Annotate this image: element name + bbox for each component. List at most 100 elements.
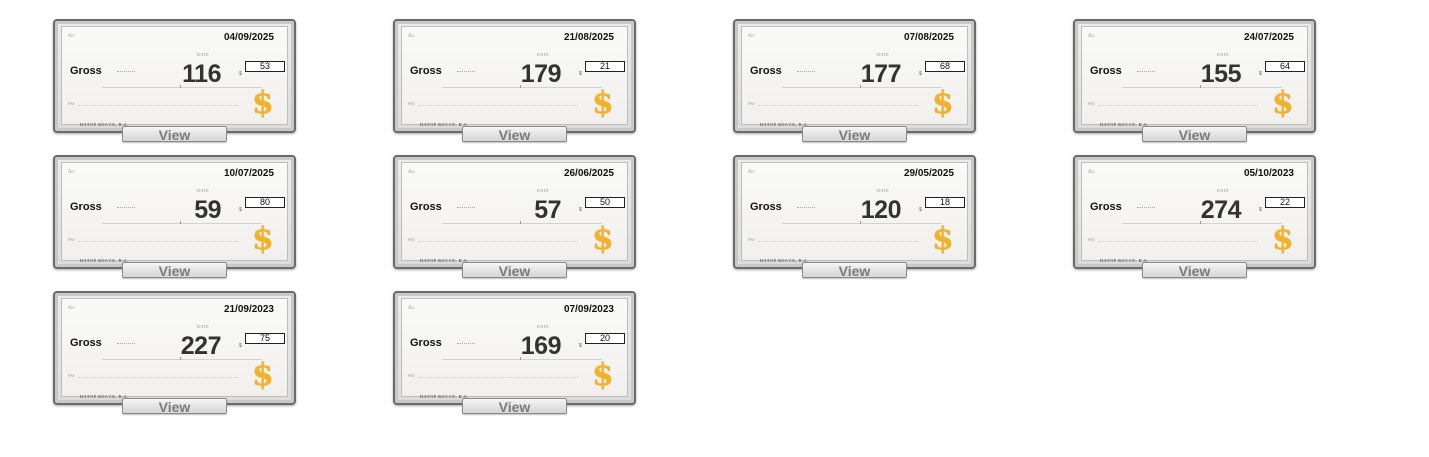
secondary-value-box: 80: [245, 197, 285, 208]
small-dollar-icon: $: [919, 71, 922, 77]
cheque-face: No. 21/08/2025 DATE Gross 179 $ 21 PAY $…: [401, 26, 628, 127]
divider: [758, 105, 918, 106]
cheque-date: 07/09/2023: [563, 304, 614, 315]
divider: [78, 105, 238, 106]
cheque-date: 29/05/2025: [903, 168, 954, 179]
cheque-number-label: No.: [1088, 170, 1096, 175]
divider: [78, 377, 238, 378]
cheque-card[interactable]: No. 04/09/2025 DATE Gross 116 $ 53 PAY $…: [53, 19, 296, 133]
divider: [418, 377, 578, 378]
pay-label: PAY: [748, 101, 756, 106]
cheque-face: No. 07/09/2023 DATE Gross 169 $ 20 PAY $…: [401, 298, 628, 399]
small-dollar-icon: $: [1259, 207, 1262, 213]
cheque-card[interactable]: No. 21/09/2023 DATE Gross 227 $ 75 PAY $…: [53, 291, 296, 405]
gross-label: Gross: [750, 65, 782, 77]
small-dollar-icon: $: [919, 207, 922, 213]
secondary-value-box: 20: [585, 333, 625, 344]
dollar-sign-icon: $: [592, 357, 614, 393]
small-dollar-icon: $: [239, 343, 242, 349]
cheque-face: No. 04/09/2025 DATE Gross 116 $ 53 PAY $…: [61, 26, 288, 127]
dollar-sign-icon: $: [1272, 221, 1294, 257]
pay-label: PAY: [408, 373, 416, 378]
divider: [180, 85, 181, 88]
cheque-card[interactable]: No. 24/07/2025 DATE Gross 155 $ 64 PAY $…: [1073, 19, 1316, 133]
gross-amount: 59: [194, 196, 221, 224]
divider: [457, 343, 475, 344]
view-button[interactable]: View: [802, 262, 907, 279]
pay-label: PAY: [748, 237, 756, 242]
cheque-card[interactable]: No. 07/09/2023 DATE Gross 169 $ 20 PAY $…: [393, 291, 636, 405]
date-caption: DATE: [877, 188, 890, 193]
divider: [442, 223, 602, 224]
gross-label: Gross: [410, 337, 442, 349]
divider: [457, 71, 475, 72]
dollar-sign-icon: $: [252, 221, 274, 257]
gross-amount: 169: [520, 332, 562, 360]
cheque-number-label: No.: [1088, 34, 1096, 39]
dollar-sign-icon: $: [932, 221, 954, 257]
cheque-card[interactable]: No. 10/07/2025 DATE Gross 59 $ 80 PAY $ …: [53, 155, 296, 269]
date-caption: DATE: [197, 324, 210, 329]
view-button[interactable]: View: [1142, 126, 1247, 143]
view-button[interactable]: View: [462, 398, 567, 415]
view-button[interactable]: View: [122, 398, 227, 415]
divider: [797, 71, 815, 72]
gross-label: Gross: [70, 65, 102, 77]
view-button[interactable]: View: [122, 126, 227, 143]
gross-amount: 57: [534, 196, 561, 224]
cheque-number-label: No.: [68, 34, 76, 39]
cheque-card[interactable]: No. 21/08/2025 DATE Gross 179 $ 21 PAY $…: [393, 19, 636, 133]
cheque-face: No. 26/06/2025 DATE Gross 57 $ 50 PAY $ …: [401, 162, 628, 263]
divider: [117, 343, 135, 344]
cheque-card[interactable]: No. 29/05/2025 DATE Gross 120 $ 18 PAY $…: [733, 155, 976, 269]
small-dollar-icon: $: [579, 71, 582, 77]
cheque-face: No. 10/07/2025 DATE Gross 59 $ 80 PAY $ …: [61, 162, 288, 263]
cheque-date: 21/08/2025: [563, 32, 614, 43]
view-button[interactable]: View: [802, 126, 907, 143]
pay-label: PAY: [68, 373, 76, 378]
cheque-card[interactable]: No. 26/06/2025 DATE Gross 57 $ 50 PAY $ …: [393, 155, 636, 269]
cheque-date: 26/06/2025: [563, 168, 614, 179]
cheque-number-label: No.: [408, 34, 416, 39]
date-caption: DATE: [537, 324, 550, 329]
date-caption: DATE: [537, 188, 550, 193]
dollar-sign-icon: $: [252, 357, 274, 393]
gross-amount: 120: [860, 196, 902, 224]
gross-amount: 116: [182, 60, 221, 88]
divider: [117, 71, 135, 72]
cheque-number-label: No.: [68, 170, 76, 175]
small-dollar-icon: $: [1259, 71, 1262, 77]
cheque-card[interactable]: No. 05/10/2023 DATE Gross 274 $ 22 PAY $…: [1073, 155, 1316, 269]
date-caption: DATE: [1217, 52, 1230, 57]
gross-label: Gross: [70, 337, 102, 349]
gross-amount: 274: [1200, 196, 1242, 224]
date-caption: DATE: [197, 52, 210, 57]
cheque-card[interactable]: No. 07/08/2025 DATE Gross 177 $ 68 PAY $…: [733, 19, 976, 133]
cheque-face: No. 29/05/2025 DATE Gross 120 $ 18 PAY $…: [741, 162, 968, 263]
cheque-number-label: No.: [408, 170, 416, 175]
cheque-date: 21/09/2023: [223, 304, 274, 315]
divider: [457, 207, 475, 208]
secondary-value-box: 22: [1265, 197, 1305, 208]
small-dollar-icon: $: [579, 343, 582, 349]
secondary-value-box: 50: [585, 197, 625, 208]
cheque-date: 04/09/2025: [223, 32, 274, 43]
small-dollar-icon: $: [239, 207, 242, 213]
dollar-sign-icon: $: [592, 221, 614, 257]
divider: [1137, 71, 1155, 72]
divider: [520, 221, 521, 224]
small-dollar-icon: $: [239, 71, 242, 77]
dollar-sign-icon: $: [592, 85, 614, 121]
view-button[interactable]: View: [122, 262, 227, 279]
divider: [102, 223, 262, 224]
view-button[interactable]: View: [462, 262, 567, 279]
divider: [758, 241, 918, 242]
pay-label: PAY: [1088, 237, 1096, 242]
view-button[interactable]: View: [1142, 262, 1247, 279]
date-caption: DATE: [537, 52, 550, 57]
cheque-number-label: No.: [748, 34, 756, 39]
cheque-face: No. 05/10/2023 DATE Gross 274 $ 22 PAY $…: [1081, 162, 1308, 263]
gross-label: Gross: [750, 201, 782, 213]
date-caption: DATE: [1217, 188, 1230, 193]
view-button[interactable]: View: [462, 126, 567, 143]
